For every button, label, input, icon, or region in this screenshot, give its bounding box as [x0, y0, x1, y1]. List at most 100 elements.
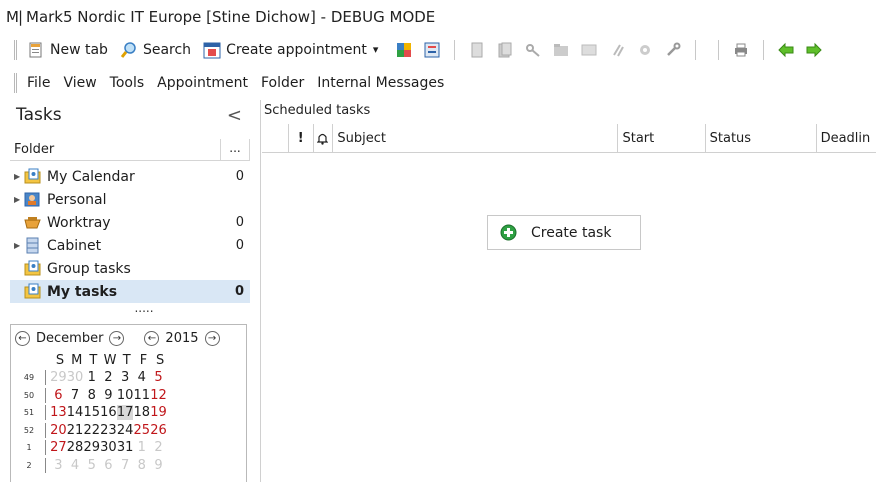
print-icon[interactable] [733, 42, 749, 58]
create-appointment-dropdown-icon[interactable]: ▾ [373, 43, 379, 56]
back-arrow-icon[interactable] [778, 42, 794, 58]
next-year-icon[interactable]: → [204, 330, 220, 346]
calendar-day[interactable]: 8 [83, 388, 100, 403]
column-priority[interactable]: ! [287, 123, 314, 153]
calendar-day[interactable]: 6 [50, 388, 67, 403]
tree-item-personal[interactable]: ▶ Personal [10, 188, 250, 211]
prev-year-icon[interactable]: ← [144, 330, 160, 346]
tree-item-worktray[interactable]: Worktray 0 [10, 211, 250, 234]
calendar-month[interactable]: December [36, 331, 103, 346]
calendar-day[interactable]: 29 [83, 440, 100, 455]
calendar-day[interactable]: 8 [133, 458, 150, 473]
folder-export-icon[interactable] [553, 42, 569, 58]
attachment-icon[interactable] [609, 42, 625, 58]
calendar-day[interactable]: 9 [150, 458, 167, 473]
calendar-day[interactable]: 30 [67, 370, 84, 385]
create-task-button[interactable]: Create task [487, 215, 641, 250]
section-title: Scheduled tasks [264, 103, 371, 118]
calendar-day[interactable]: 19 [150, 405, 167, 420]
tree-item-cabinet[interactable]: ▶ Cabinet 0 [10, 234, 250, 257]
expand-arrow-icon[interactable]: ▶ [14, 172, 24, 181]
calendar-day[interactable]: 5 [150, 370, 167, 385]
calendar-grid: S M T W T F S 49 29 30 1 2 3 4 5 50 6 7 8 9 10 11 12 51 1… [11, 351, 246, 474]
calendar-day[interactable]: 18 [133, 405, 151, 420]
calendar-day[interactable]: 3 [117, 370, 134, 385]
menu-internal-messages[interactable]: Internal Messages [317, 75, 444, 91]
expand-arrow-icon[interactable]: ▶ [14, 241, 24, 250]
calendar-year[interactable]: 2015 [165, 331, 198, 346]
calendar-day[interactable]: 14 [67, 405, 84, 420]
calendar-day[interactable]: 29 [50, 370, 67, 385]
document-icon[interactable] [469, 42, 485, 58]
collapse-panel-button[interactable]: < [227, 105, 242, 126]
create-appointment-button[interactable]: Create appointment ▾ [203, 41, 378, 59]
calendar-day[interactable]: 4 [133, 370, 150, 385]
calendar-day[interactable]: 9 [100, 388, 117, 403]
calendar-day[interactable]: 1 [83, 370, 100, 385]
menu-appointment[interactable]: Appointment [157, 75, 248, 91]
calendar-day[interactable]: 22 [83, 423, 100, 438]
calendar-day[interactable]: 25 [133, 423, 151, 438]
calendar-day[interactable]: 30 [100, 440, 117, 455]
document-stack-icon[interactable] [497, 42, 513, 58]
calendar-day[interactable]: 26 [150, 423, 167, 438]
tree-item-my-tasks[interactable]: My tasks 0 [10, 280, 250, 303]
splitter-handle[interactable]: ..... [10, 302, 250, 317]
wrench-icon[interactable] [665, 42, 681, 58]
gear-icon[interactable] [637, 42, 653, 58]
column-deadline[interactable]: Deadlin [817, 124, 876, 153]
calendar-day[interactable]: 7 [117, 458, 134, 473]
calendar-day[interactable]: 2 [100, 370, 117, 385]
calendar-day[interactable]: 28 [67, 440, 84, 455]
calendar-day[interactable]: 5 [83, 458, 100, 473]
forward-arrow-icon[interactable] [806, 42, 823, 58]
calendar-day[interactable]: 27 [50, 440, 67, 455]
calendar-day[interactable]: 24 [117, 423, 134, 438]
calendar-day[interactable]: 11 [133, 388, 151, 403]
menu-folder[interactable]: Folder [261, 75, 304, 91]
tree-item-my-calendar[interactable]: ▶ My Calendar 0 [10, 165, 250, 188]
column-start[interactable]: Start [618, 123, 706, 153]
prev-month-icon[interactable]: ← [15, 330, 30, 346]
folder-more-button[interactable]: ... [220, 138, 250, 161]
calendar-day[interactable]: 17 [116, 405, 134, 421]
menu-file[interactable]: File [27, 75, 50, 91]
calendar-day[interactable]: 1 [133, 440, 150, 455]
calendar-day[interactable]: 4 [67, 458, 84, 473]
calendar-day[interactable]: 12 [150, 388, 167, 403]
new-tab-button[interactable]: New tab [27, 41, 108, 59]
menu-view[interactable]: View [63, 75, 96, 91]
task-list-icon[interactable] [424, 42, 440, 58]
column-status[interactable]: Status [706, 123, 817, 153]
calendar-day[interactable]: 2 [150, 440, 167, 455]
column-reminder[interactable] [314, 123, 334, 153]
calendar-day[interactable]: 20 [50, 423, 67, 438]
task-grid-header: ! Subject Start Status Deadlin [262, 123, 876, 153]
key-icon[interactable] [525, 42, 541, 58]
calendar-day[interactable]: 13 [50, 405, 67, 420]
menu-tools[interactable]: Tools [110, 75, 145, 91]
calendar-day[interactable]: 6 [100, 458, 117, 473]
calendar-day[interactable]: 31 [117, 440, 134, 455]
weekday-label: T [89, 352, 98, 368]
calendar-day[interactable]: 15 [83, 405, 100, 420]
search-button[interactable]: Search [120, 41, 191, 59]
calendar-day[interactable]: 3 [50, 458, 67, 473]
menubar-grip[interactable] [14, 72, 17, 93]
column-subject[interactable]: Subject [333, 123, 619, 153]
calendar-day[interactable]: 23 [100, 423, 117, 438]
colorful-grid-icon[interactable] [396, 42, 412, 58]
tree-item-group-tasks[interactable]: Group tasks [10, 257, 250, 280]
toolbar-grip[interactable] [14, 39, 17, 60]
calendar-day[interactable]: 21 [67, 423, 84, 438]
calendar-day[interactable]: 7 [67, 388, 84, 403]
calendar-week-row: 2 3456789 [11, 457, 246, 475]
tree-item-label: My tasks [47, 283, 118, 300]
calendar-day[interactable]: 10 [117, 388, 134, 403]
notes-icon[interactable] [581, 42, 597, 58]
panel-divider[interactable] [260, 100, 261, 482]
calendar-header: ← December → ← 2015 → [11, 325, 246, 351]
expand-arrow-icon[interactable]: ▶ [14, 195, 24, 204]
calendar-day[interactable]: 16 [100, 405, 117, 420]
next-month-icon[interactable]: → [109, 330, 125, 346]
